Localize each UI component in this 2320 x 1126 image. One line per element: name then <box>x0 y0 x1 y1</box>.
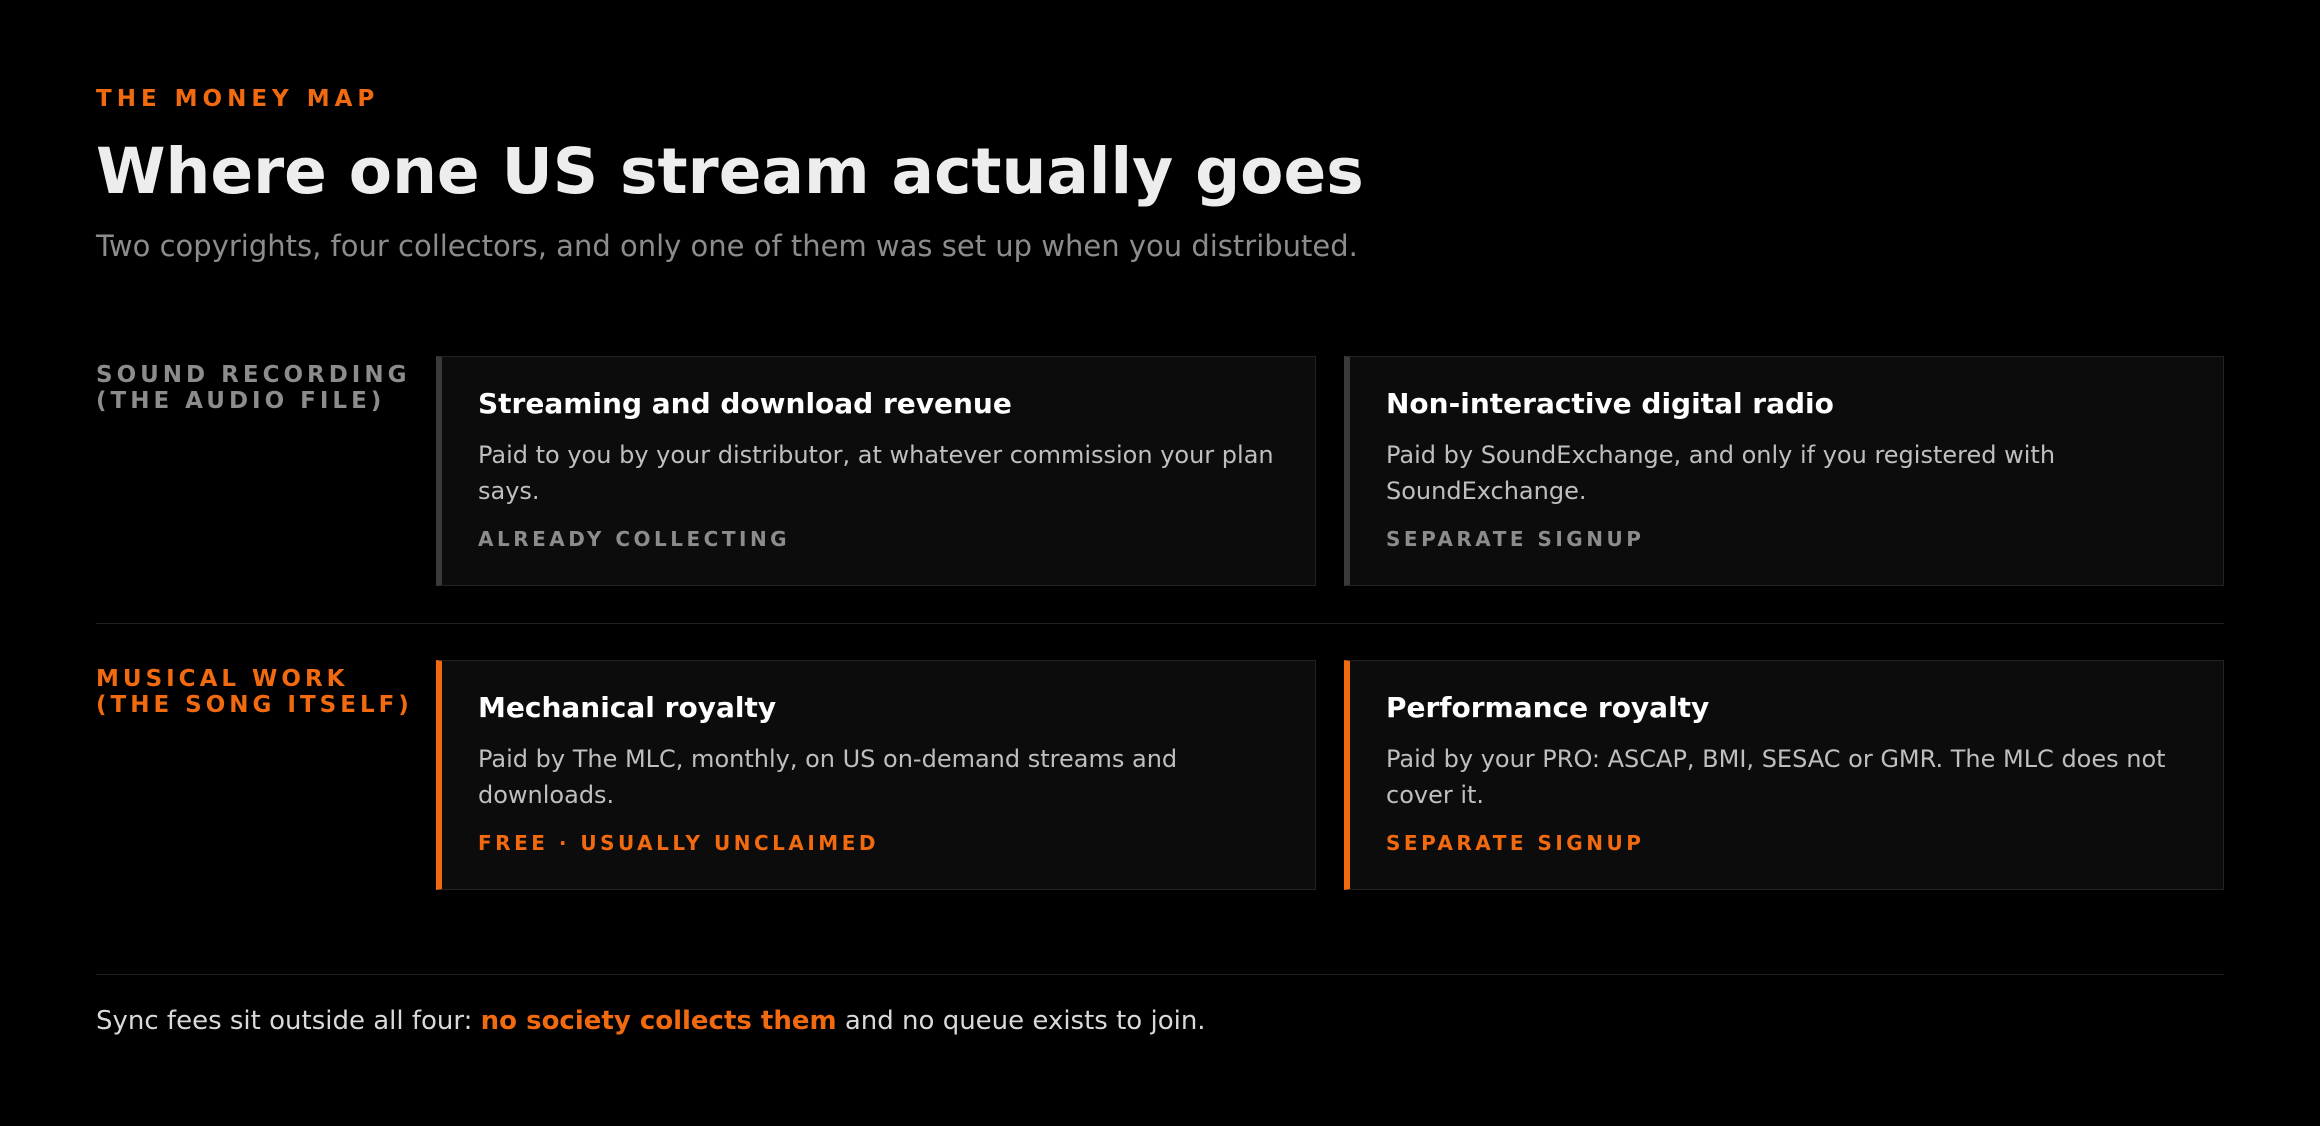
card-status-tag: FREE · USUALLY UNCLAIMED <box>478 831 879 855</box>
card-status-tag: ALREADY COLLECTING <box>478 527 791 551</box>
page-subtitle: Two copyrights, four collectors, and onl… <box>96 229 1358 263</box>
row-label-line1: SOUND RECORDING <box>96 362 411 388</box>
footer-note: Sync fees sit outside all four: no socie… <box>96 1003 1206 1039</box>
footer-text-before: Sync fees sit outside all four: <box>96 1006 481 1036</box>
footer-emphasis: no society collects them <box>480 1006 837 1036</box>
card-status-tag: SEPARATE SIGNUP <box>1386 831 1645 855</box>
card-description: Paid by your PRO: ASCAP, BMI, SESAC or G… <box>1386 745 2166 809</box>
card-description: Paid by The MLC, monthly, on US on-deman… <box>478 745 1178 809</box>
card-mechanical-royalty: Mechanical royalty Paid by The MLC, mont… <box>436 660 1316 890</box>
card-title: Mechanical royalty <box>478 691 777 724</box>
card-description: Paid to you by your distributor, at what… <box>478 441 1274 505</box>
card-status-tag: SEPARATE SIGNUP <box>1386 527 1645 551</box>
card-non-interactive-radio: Non-interactive digital radio Paid by So… <box>1344 356 2224 586</box>
eyebrow-label: THE MONEY MAP <box>96 86 380 112</box>
row-label-line2: (THE AUDIO FILE) <box>96 388 386 414</box>
row-label-sound-recording: SOUND RECORDING (THE AUDIO FILE) <box>96 362 410 414</box>
page-title: Where one US stream actually goes <box>96 135 1364 208</box>
footer-divider <box>96 974 2224 975</box>
footer-text-after: and no queue exists to join. <box>836 1006 1206 1036</box>
card-title: Non-interactive digital radio <box>1386 387 1834 420</box>
card-description: Paid by SoundExchange, and only if you r… <box>1386 441 2056 505</box>
row-sound-recording: SOUND RECORDING (THE AUDIO FILE) Streami… <box>96 356 2224 586</box>
row-label-musical-work: MUSICAL WORK (THE SONG ITSELF) <box>96 666 413 718</box>
row-label-line2: (THE SONG ITSELF) <box>96 692 413 718</box>
row-label-line1: MUSICAL WORK <box>96 666 349 692</box>
card-title: Streaming and download revenue <box>478 387 1012 420</box>
row-divider <box>96 623 2224 624</box>
card-title: Performance royalty <box>1386 691 1710 724</box>
row-musical-work: MUSICAL WORK (THE SONG ITSELF) Mechanica… <box>96 660 2224 890</box>
card-streaming-download-revenue: Streaming and download revenue Paid to y… <box>436 356 1316 586</box>
card-performance-royalty: Performance royalty Paid by your PRO: AS… <box>1344 660 2224 890</box>
